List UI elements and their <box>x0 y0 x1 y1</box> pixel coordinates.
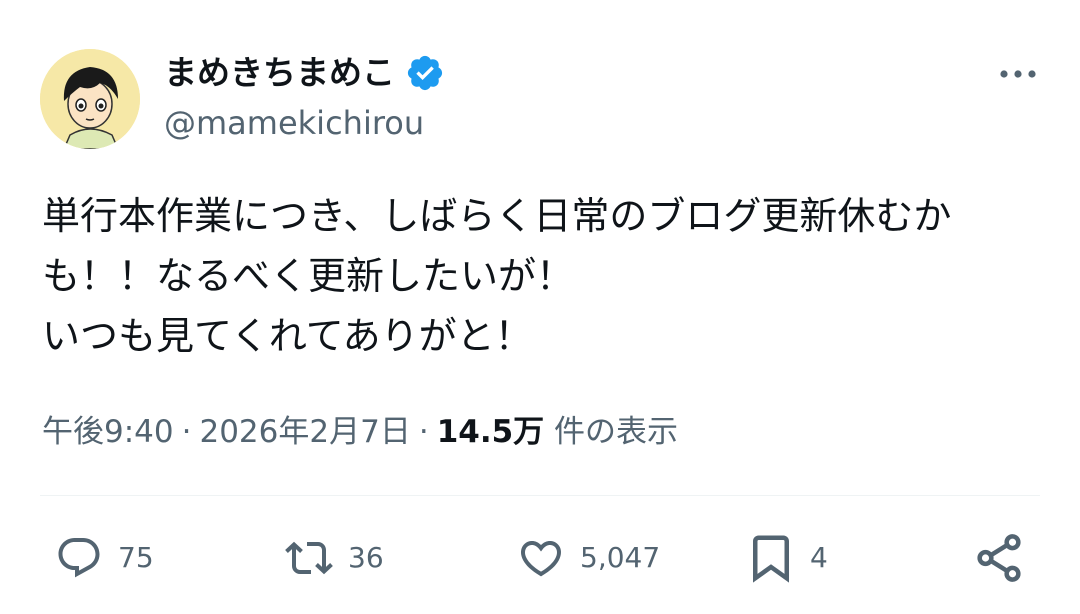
share-icon <box>977 534 1021 582</box>
meta-separator: · <box>418 414 429 450</box>
like-button[interactable]: 5,047 <box>514 530 660 586</box>
bookmark-button[interactable]: 4 <box>744 530 828 586</box>
tweet-meta: 午後9:40 · 2026年2月7日 · 14.5万 件の表示 <box>42 410 678 454</box>
meta-separator: · <box>181 414 192 450</box>
tweet-text-line: 単行本作業につき、しばらく日常のブログ更新休むか <box>42 194 952 238</box>
like-count: 5,047 <box>580 541 661 574</box>
tweet-date[interactable]: 2026年2月7日 <box>199 414 410 450</box>
share-button[interactable] <box>972 530 1026 586</box>
tweet-time[interactable]: 午後9:40 <box>42 414 174 450</box>
retweet-button[interactable]: 36 <box>282 530 384 586</box>
reply-count: 75 <box>118 541 154 574</box>
more-dots-icon <box>1000 70 1036 78</box>
bookmark-icon <box>753 535 789 583</box>
heart-icon <box>520 541 562 577</box>
retweet-icon <box>285 541 333 575</box>
author-name-row[interactable]: まめきちまめこ <box>164 50 445 96</box>
avatar[interactable] <box>40 49 140 149</box>
avatar-illustration-icon <box>40 49 140 149</box>
verified-badge-icon <box>407 55 443 91</box>
tweet-text-line: も！！なるべく更新したいが！ <box>42 254 575 298</box>
views-count[interactable]: 14.5万 <box>437 414 545 450</box>
tweet-text-line: いつも見てくれてありがと！ <box>42 314 533 358</box>
retweet-count: 36 <box>348 541 384 574</box>
reply-button[interactable]: 75 <box>52 530 154 586</box>
tweet-text: 単行本作業につき、しばらく日常のブログ更新休むか も！！なるべく更新したいが！ … <box>42 186 1042 366</box>
bookmark-count: 4 <box>810 541 828 574</box>
more-options-button[interactable] <box>992 56 1044 92</box>
author-handle[interactable]: @mamekichirou <box>164 102 424 144</box>
author-display-name[interactable]: まめきちまめこ <box>164 50 395 96</box>
reply-icon <box>58 538 100 578</box>
views-label[interactable]: 件の表示 <box>554 414 678 450</box>
divider <box>40 495 1040 496</box>
